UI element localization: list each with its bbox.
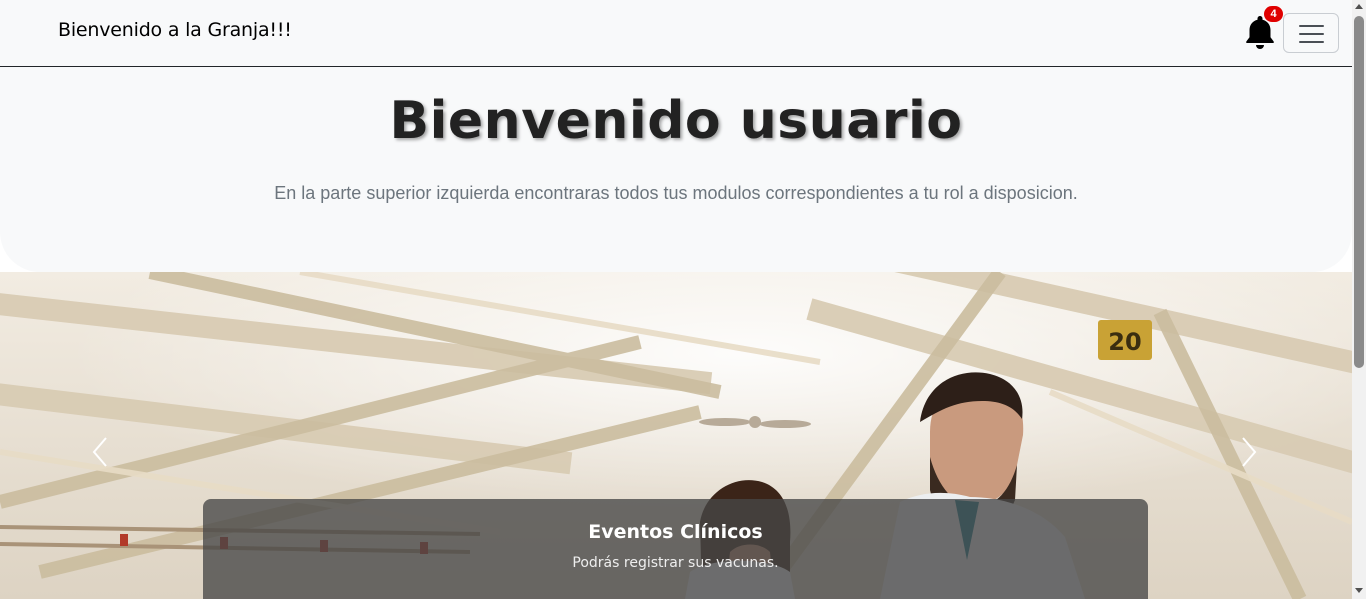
svg-text:20: 20 [1108, 328, 1141, 356]
hamburger-menu-icon-line [1299, 25, 1324, 27]
menu-toggle-button[interactable] [1283, 13, 1339, 53]
page-title: Bienvenido usuario [389, 91, 963, 151]
carousel-prev-button[interactable] [82, 432, 122, 472]
scroll-down-arrow-icon[interactable] [1355, 588, 1363, 593]
page-scrollbar[interactable] [1352, 0, 1366, 599]
chevron-right-icon [1242, 437, 1257, 467]
navbar-brand[interactable]: Bienvenido a la Granja!!! [58, 19, 292, 41]
top-navbar: Bienvenido a la Granja!!! 4 [0, 0, 1352, 67]
notification-count-badge: 4 [1264, 6, 1283, 22]
page-subtitle: En la parte superior izquierda encontrar… [274, 183, 1078, 203]
hamburger-menu-icon-line [1299, 33, 1324, 35]
carousel-caption-title: Eventos Clínicos [588, 521, 763, 543]
image-carousel: 20 Eventos Clínicos Podrás registrar sus… [0, 272, 1352, 599]
scrollbar-thumb[interactable] [1354, 16, 1364, 368]
carousel-next-button[interactable] [1229, 432, 1269, 472]
carousel-caption: Eventos Clínicos Podrás registrar sus va… [203, 499, 1148, 599]
scroll-up-arrow-icon[interactable] [1355, 4, 1363, 9]
carousel-caption-text: Podrás registrar sus vacunas. [572, 555, 779, 571]
hamburger-menu-icon-line [1299, 41, 1324, 43]
chevron-left-icon [92, 437, 107, 467]
welcome-hero: Bienvenido usuario En la parte superior … [0, 67, 1352, 272]
